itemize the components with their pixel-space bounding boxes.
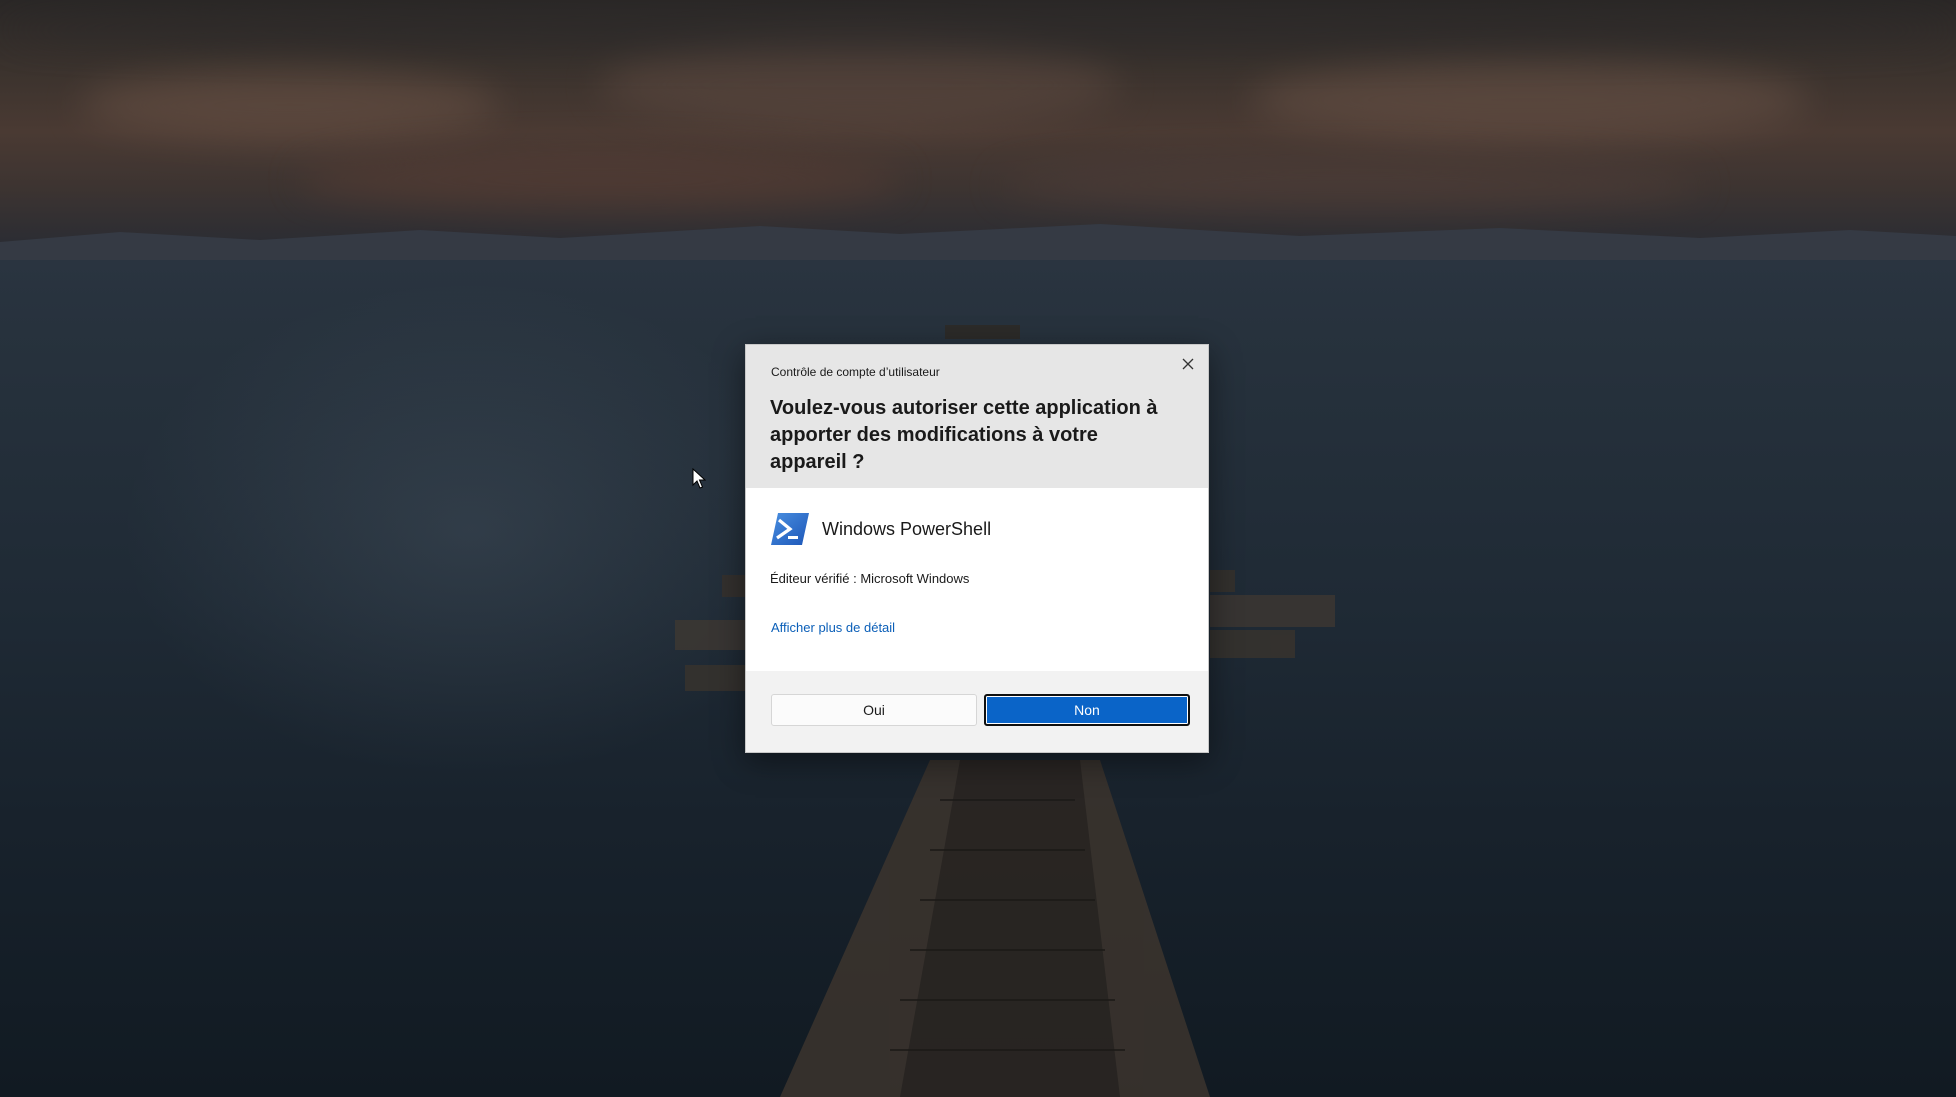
dialog-title: Contrôle de compte d’utilisateur: [771, 365, 940, 379]
uac-dialog: Contrôle de compte d’utilisateur Voulez-…: [745, 344, 1209, 753]
close-icon: [1182, 358, 1194, 370]
dialog-question: Voulez-vous autoriser cette application …: [770, 397, 1158, 473]
yes-button[interactable]: Oui: [771, 694, 977, 726]
app-info-row: Windows PowerShell: [770, 511, 991, 547]
verified-publisher: Éditeur vérifié : Microsoft Windows: [770, 571, 970, 586]
app-name: Windows PowerShell: [822, 518, 992, 539]
dialog-header: Contrôle de compte d’utilisateur Voulez-…: [746, 345, 1208, 488]
show-more-details-link[interactable]: Afficher plus de détail: [771, 620, 895, 635]
mouse-pointer-icon: [692, 468, 706, 489]
powershell-icon: [771, 513, 809, 545]
no-button[interactable]: Non: [984, 694, 1190, 726]
close-button[interactable]: [1174, 351, 1202, 377]
dialog-footer: Oui Non: [746, 671, 1208, 752]
